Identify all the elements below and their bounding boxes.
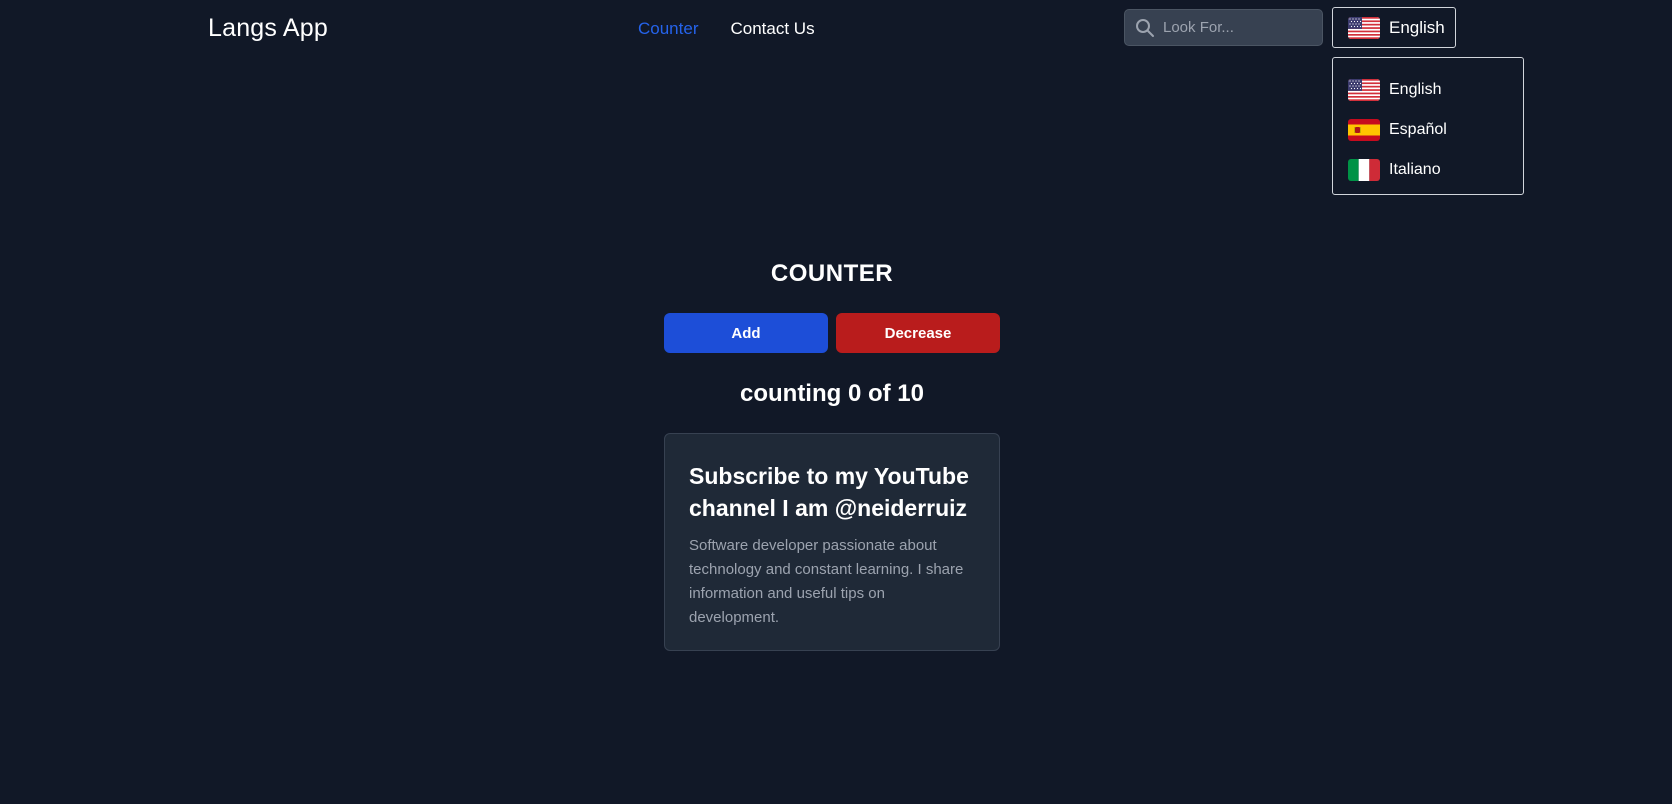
us-flag-icon	[1348, 16, 1380, 39]
language-option-label: Italiano	[1389, 161, 1441, 178]
language-option-italiano[interactable]: Italiano	[1333, 150, 1523, 190]
decrease-button[interactable]: Decrease	[836, 313, 1000, 353]
nav-link-contact-us[interactable]: Contact Us	[730, 19, 814, 39]
language-option-label: English	[1389, 81, 1442, 98]
language-option-english[interactable]: English	[1333, 70, 1523, 110]
nav-links: Counter Contact Us	[638, 19, 815, 39]
navbar: Langs App Counter Contact Us Look For...…	[0, 0, 1672, 195]
card-title: Subscribe to my YouTube channel I am @ne…	[689, 463, 969, 521]
us-flag-icon	[1348, 79, 1380, 101]
brand-logo-text[interactable]: Langs App	[208, 14, 328, 43]
nav-link-counter[interactable]: Counter	[638, 19, 698, 39]
subscribe-card: Subscribe to my YouTube channel I am @ne…	[664, 433, 1000, 651]
es-flag-icon	[1348, 119, 1380, 141]
card-description: Software developer passionate about tech…	[689, 537, 964, 626]
search-box	[1124, 9, 1323, 46]
add-button[interactable]: Add	[664, 313, 828, 353]
counting-status-text: counting 0 of 10	[739, 380, 924, 407]
language-dropdown-menu: English Español Italiano	[1332, 57, 1524, 195]
language-option-label: Español	[1389, 121, 1447, 138]
language-option-espanol[interactable]: Español	[1333, 110, 1523, 150]
language-selector-button[interactable]: English	[1332, 7, 1456, 48]
search-icon	[1136, 19, 1154, 37]
selected-language-label: English	[1389, 17, 1445, 37]
it-flag-icon	[1348, 159, 1380, 181]
counter-title: COUNTER	[770, 260, 894, 287]
search-input[interactable]	[1163, 10, 1313, 45]
